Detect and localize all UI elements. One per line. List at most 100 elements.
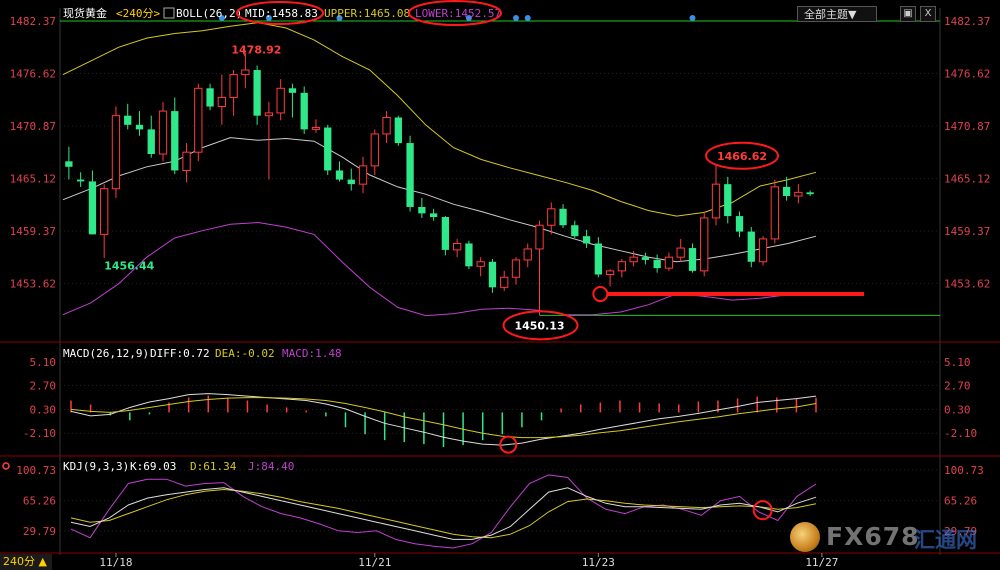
macd-dea-value: DEA:-0.02 (215, 347, 275, 360)
candle-body (629, 256, 638, 263)
candle-body (418, 206, 426, 214)
macd-y-tick-right: 2.70 (944, 380, 971, 393)
kdj-j-value: J:84.40 (248, 460, 294, 473)
kdj-panel (70, 474, 817, 549)
candle-body (476, 261, 485, 267)
candle-body (700, 217, 709, 272)
candle-body (571, 225, 579, 237)
kdj-k-value: K:69.03 (130, 460, 176, 473)
candle-body (158, 110, 168, 155)
candle-body (194, 87, 203, 153)
price-y-tick-left: 1453.62 (10, 277, 56, 290)
candle-body (453, 242, 462, 251)
candle-body (382, 116, 391, 135)
candle-body (335, 170, 344, 180)
close-button[interactable]: X (920, 6, 936, 22)
price-y-tick-left: 1459.37 (10, 225, 56, 238)
period-label: <240分> (116, 7, 160, 20)
kdj-panel-icon[interactable] (2, 462, 10, 470)
candle-body (276, 87, 285, 114)
price-y-tick-left: 1476.62 (10, 67, 56, 80)
candle-body (770, 186, 779, 240)
macd-y-tick-left: 0.30 (30, 403, 57, 416)
close-icon: X (924, 8, 932, 19)
low-price-label-left: 1456.44 (104, 260, 154, 273)
candle-body (358, 165, 368, 185)
candle-body (300, 92, 308, 130)
candle-body (206, 88, 214, 107)
candle-body (311, 127, 321, 130)
candle-body (735, 216, 744, 232)
candle-body (288, 88, 297, 93)
kdj-d-value: D:61.34 (190, 460, 237, 473)
macd-value: MACD:1.48 (282, 347, 342, 360)
candle-body (500, 276, 509, 288)
price-y-tick-left: 1465.12 (10, 172, 56, 185)
boll-mid-value: MID:1458.83 (245, 7, 318, 20)
period-selector[interactable]: 240分 ▲ (0, 554, 52, 570)
candles (65, 52, 814, 316)
candle-body (65, 161, 73, 167)
candle-body (535, 224, 544, 250)
candle-body (523, 248, 532, 261)
macd-y-tick-left: 5.10 (30, 356, 57, 369)
grid (60, 20, 940, 532)
chart-canvas[interactable]: 1482.37 1482.37 1476.62 1476.62 1470.87 1470.… (0, 0, 1000, 570)
candle-body (124, 115, 132, 125)
x-tick-label: 11/21 (358, 556, 391, 569)
candle-body (100, 188, 109, 235)
candle-body (806, 192, 814, 195)
event-marker-dot (524, 15, 531, 21)
candle-body (429, 213, 438, 218)
candle-body (88, 181, 97, 235)
x-tick-label: 11/23 (582, 556, 615, 569)
price-y-tick-left: 1470.87 (10, 120, 56, 133)
price-y-tick-right: 1453.62 (944, 277, 990, 290)
kdj-y-tick-right: 100.73 (944, 464, 984, 477)
candle-body (758, 238, 768, 263)
candle-body (406, 143, 414, 207)
candle-body (394, 117, 402, 144)
candle-body (688, 248, 697, 271)
price-y-tick-left: 1482.37 (10, 15, 56, 28)
macd-label: MACD(26,12,9) (63, 347, 149, 360)
window-toggle-button[interactable]: ▣ (900, 6, 916, 22)
candle-body (676, 247, 685, 258)
event-marker-dot (689, 15, 696, 21)
boll-lower-value: LOWER:1452.57 (415, 7, 501, 20)
candle-body (794, 191, 803, 197)
low-price-label-bottom: 1450.13 (514, 319, 564, 332)
right-high-label: 1466.62 (717, 150, 767, 163)
candle-body (241, 69, 250, 76)
high-price-label: 1478.92 (231, 43, 281, 56)
boll-label: BOLL(26,2) (176, 7, 242, 20)
candle-body (582, 236, 591, 244)
candle-body (559, 208, 567, 226)
kdj-y-tick-left: 29.79 (23, 525, 56, 538)
indicator-toggle-icon[interactable] (163, 7, 175, 19)
boll-upper-value: UPPER:1465.08 (324, 7, 410, 20)
candle-body (135, 124, 144, 130)
candle-body (264, 112, 274, 117)
candle-body (594, 243, 602, 275)
instrument-name: 现货黄金 (63, 6, 107, 20)
horizontal-levels (60, 20, 940, 316)
macd-y-tick-right: 5.10 (944, 356, 971, 369)
candle-body (465, 243, 473, 267)
candle-body (782, 186, 791, 197)
x-tick-label: 11/18 (99, 556, 132, 569)
macd-y-tick-right: 0.30 (944, 403, 971, 416)
theme-dropdown[interactable]: 全部主题▼ (797, 6, 877, 22)
candle-body (324, 127, 332, 171)
kdj-y-tick-left: 65.26 (23, 494, 56, 507)
candle-body (724, 184, 732, 217)
window-icon: ▣ (903, 8, 913, 19)
watermark-cn-text: 汇通网 (914, 528, 977, 552)
candle-body (370, 133, 379, 167)
candle-body (547, 208, 556, 226)
candle-body (147, 129, 155, 155)
candle-body (111, 115, 121, 190)
watermark: FX678 汇通网 (790, 518, 990, 558)
kdj-y-tick-right: 65.26 (944, 494, 977, 507)
fx678-logo-icon (790, 522, 820, 552)
